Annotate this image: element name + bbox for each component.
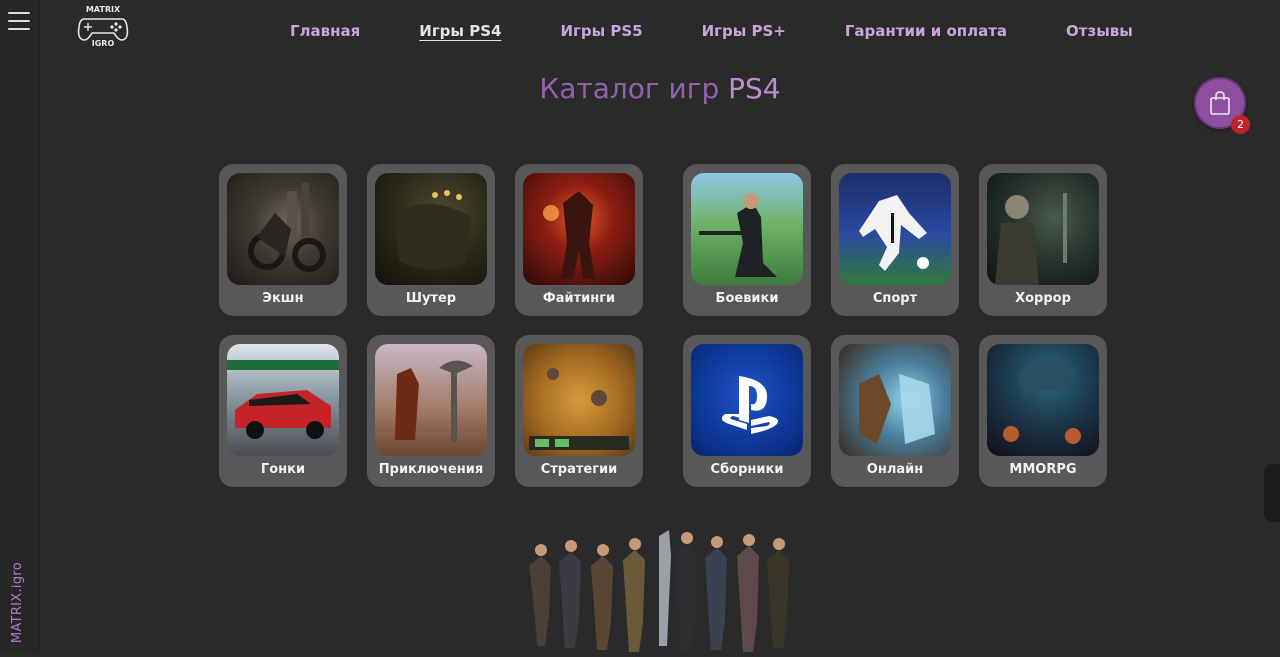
action-image [227,173,339,285]
category-card-online[interactable]: Онлайн [831,335,959,487]
category-card-shooter[interactable]: Шутер [367,164,495,316]
category-label: Онлайн [866,462,924,477]
category-label: Шутер [405,291,457,306]
adventure-image [375,344,487,456]
fighting-image [523,173,635,285]
strategy-image [523,344,635,456]
horror-image [987,173,1099,285]
category-label: Приключения [378,462,484,477]
category-label: Хоррор [1015,291,1071,306]
shopping-bag-icon [1210,91,1230,115]
category-label: Файтинги [542,291,616,306]
category-card-bundles[interactable]: Сборники [683,335,811,487]
category-label: Стратегии [540,462,618,477]
category-card-strategy[interactable]: Стратегии [515,335,643,487]
page-title-accent: PS4 [728,72,781,105]
sport-image [839,173,951,285]
nav-ps-plus-games[interactable]: Игры PS+ [702,22,786,40]
category-card-fighting[interactable]: Файтинги [515,164,643,316]
page-title-main: Каталог игр [539,72,720,105]
racing-image [227,344,339,456]
category-label: MMORPG [1009,462,1077,477]
category-card-adventure[interactable]: Приключения [367,335,495,487]
category-label: Спорт [872,291,918,306]
category-card-sport[interactable]: Спорт [831,164,959,316]
menu-icon[interactable] [8,12,30,32]
page-title: Каталог игр PS4 [0,72,1280,105]
category-label: Сборники [710,462,784,477]
shooter-image [375,173,487,285]
cart-count-badge: 2 [1231,115,1250,134]
nav-ps4-games[interactable]: Игры PS4 [419,22,501,40]
side-widget-tab[interactable] [1264,464,1280,522]
nav-guarantees-payment[interactable]: Гарантии и оплата [845,22,1007,40]
playstation-icon [721,376,778,434]
mmorpg-image [987,344,1099,456]
category-label: Экшн [262,291,304,306]
nav-reviews[interactable]: Отзывы [1066,22,1133,40]
category-card-militants[interactable]: Боевики [683,164,811,316]
characters-banner-image [519,526,807,653]
playstation-logo-image [691,344,803,456]
category-card-horror[interactable]: Хоррор [979,164,1107,316]
nav-ps5-games[interactable]: Игры PS5 [560,22,642,40]
category-grid: Экшн Шутер Файтинги Боевики Спорт Хоррор [219,164,1109,488]
rail-brand-text: MATRIX.igro [10,561,25,643]
nav-home[interactable]: Главная [290,22,360,40]
category-label: Гонки [260,462,306,477]
category-card-mmorpg[interactable]: MMORPG [979,335,1107,487]
site-logo[interactable]: MATRIX IGRO [76,5,130,53]
category-card-action[interactable]: Экшн [219,164,347,316]
online-image [839,344,951,456]
main-nav: Главная Игры PS4 Игры PS5 Игры PS+ Гаран… [290,22,1192,40]
category-label: Боевики [715,291,779,306]
category-card-racing[interactable]: Гонки [219,335,347,487]
militants-image [691,173,803,285]
